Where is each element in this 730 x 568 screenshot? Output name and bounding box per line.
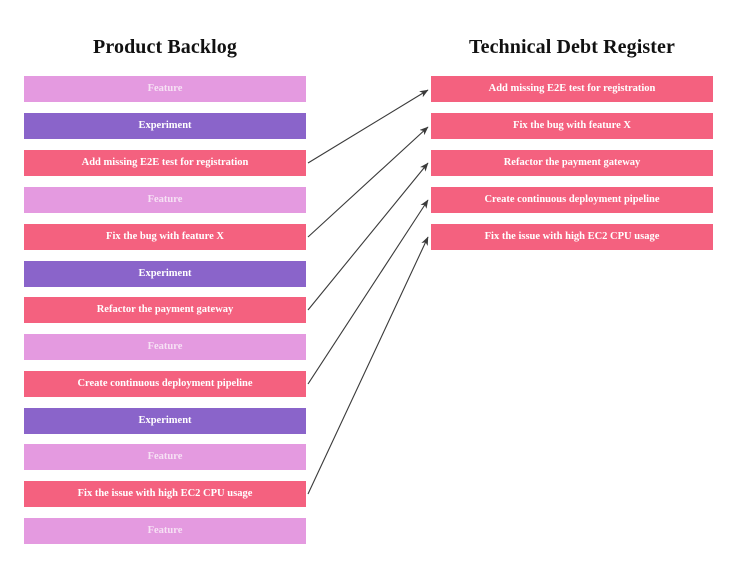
card-left-6[interactable]: Refactor the payment gateway (24, 297, 306, 323)
connector-arrow-0 (307, 89, 429, 164)
card-label: Add missing E2E test for registration (81, 157, 249, 168)
card-left-12[interactable]: Feature (24, 518, 306, 544)
card-label: Fix the bug with feature X (106, 231, 224, 242)
card-label: Feature (147, 525, 183, 536)
card-left-0[interactable]: Feature (24, 76, 306, 102)
card-left-2[interactable]: Add missing E2E test for registration (24, 150, 306, 176)
card-left-10[interactable]: Feature (24, 444, 306, 470)
diagram-canvas: Product Backlog Technical Debt Register … (0, 0, 730, 568)
card-left-4[interactable]: Fix the bug with feature X (24, 224, 306, 250)
column-title-product-backlog: Product Backlog (93, 36, 237, 58)
card-label: Experiment (138, 268, 192, 279)
card-left-9[interactable]: Experiment (24, 408, 306, 434)
card-left-5[interactable]: Experiment (24, 261, 306, 287)
card-label: Feature (147, 83, 183, 94)
card-label: Add missing E2E test for registration (488, 83, 656, 94)
card-label: Experiment (138, 415, 192, 426)
card-right-4[interactable]: Fix the issue with high EC2 CPU usage (431, 224, 713, 250)
card-label: Experiment (138, 120, 192, 131)
card-left-8[interactable]: Create continuous deployment pipeline (24, 371, 306, 397)
connector-arrow-3 (307, 199, 429, 385)
connector-arrow-4 (307, 236, 429, 495)
card-left-7[interactable]: Feature (24, 334, 306, 360)
card-label: Create continuous deployment pipeline (484, 194, 660, 205)
card-right-3[interactable]: Create continuous deployment pipeline (431, 187, 713, 213)
column-title-technical-debt-register: Technical Debt Register (469, 36, 675, 58)
card-left-11[interactable]: Fix the issue with high EC2 CPU usage (24, 481, 306, 507)
card-left-1[interactable]: Experiment (24, 113, 306, 139)
connector-arrow-1 (307, 126, 429, 238)
card-label: Fix the bug with feature X (513, 120, 631, 131)
card-label: Feature (147, 451, 183, 462)
card-label: Fix the issue with high EC2 CPU usage (77, 488, 253, 499)
card-right-2[interactable]: Refactor the payment gateway (431, 150, 713, 176)
card-right-1[interactable]: Fix the bug with feature X (431, 113, 713, 139)
card-label: Refactor the payment gateway (96, 304, 234, 315)
card-label: Refactor the payment gateway (503, 157, 641, 168)
card-label: Fix the issue with high EC2 CPU usage (484, 231, 660, 242)
card-label: Feature (147, 194, 183, 205)
connector-arrow-2 (307, 162, 429, 311)
card-right-0[interactable]: Add missing E2E test for registration (431, 76, 713, 102)
card-label: Feature (147, 341, 183, 352)
card-left-3[interactable]: Feature (24, 187, 306, 213)
card-label: Create continuous deployment pipeline (77, 378, 253, 389)
